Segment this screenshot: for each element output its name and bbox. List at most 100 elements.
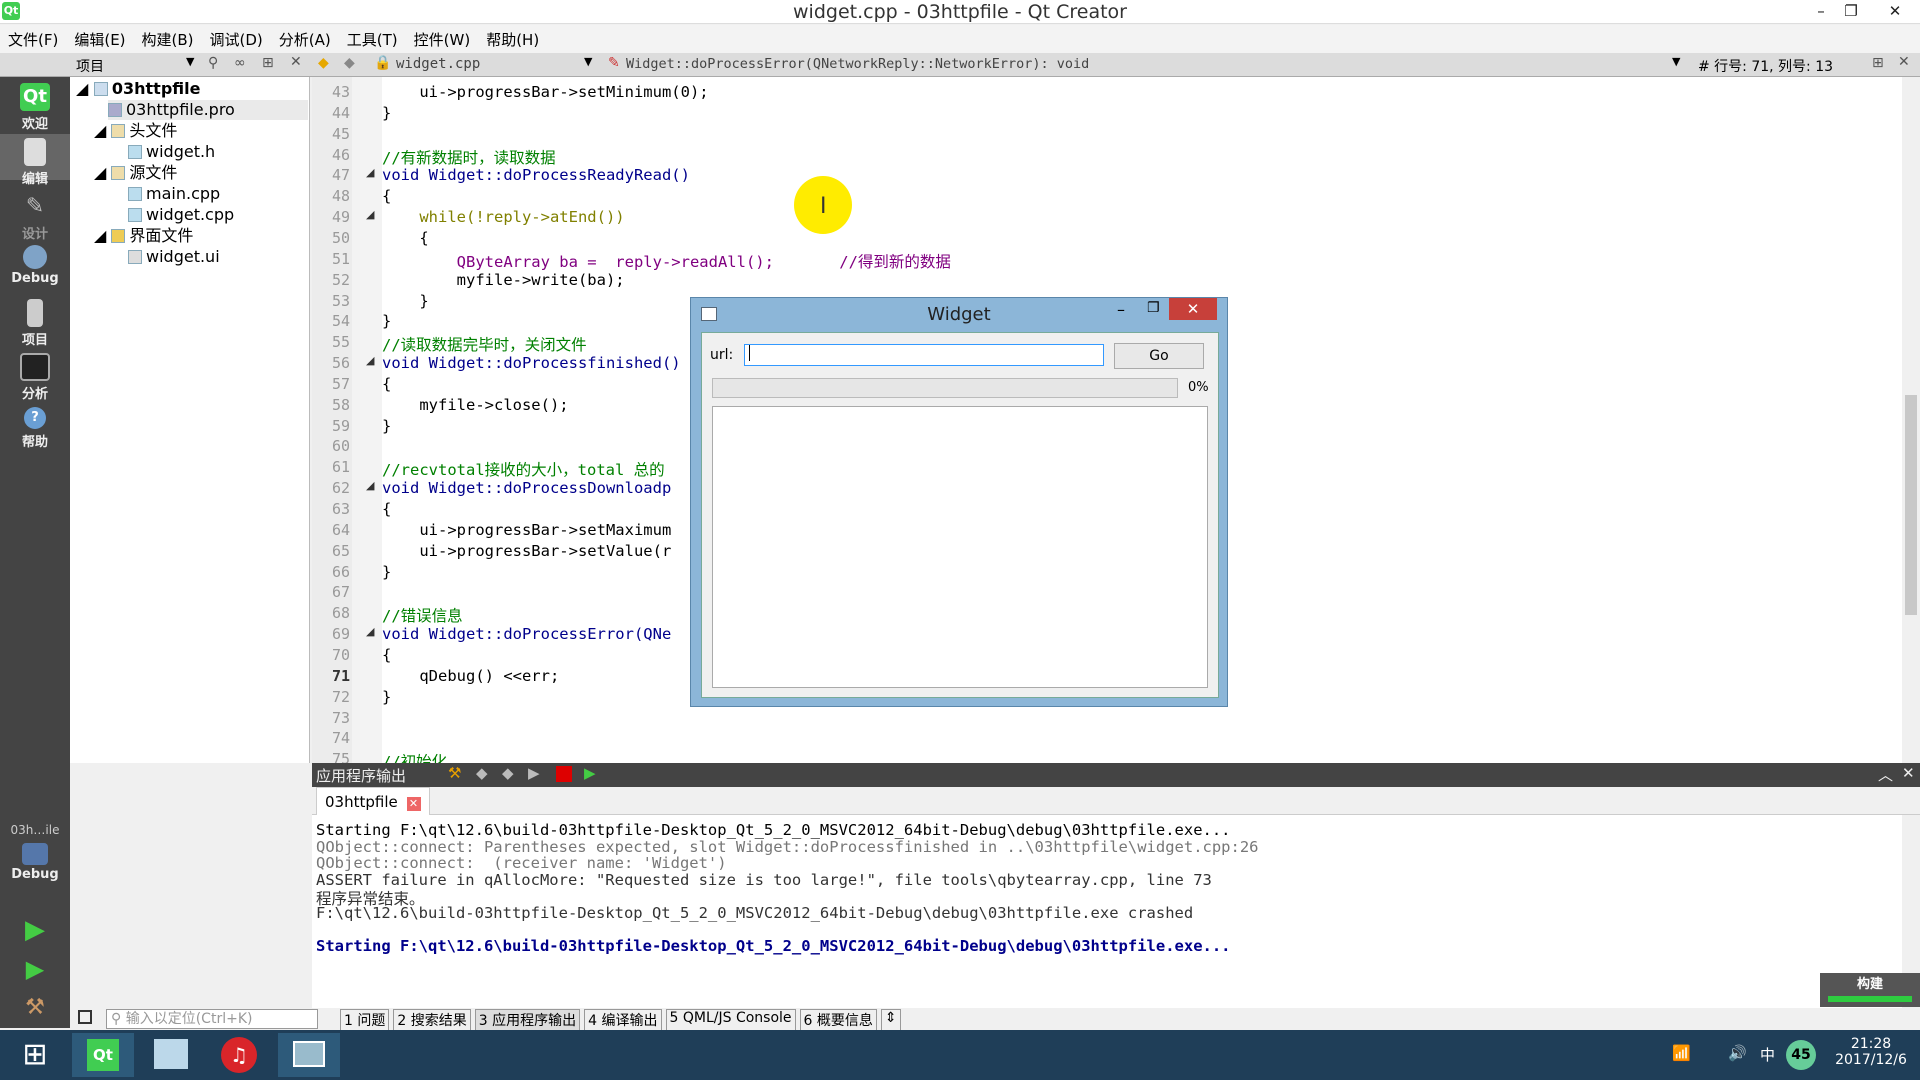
split-icon[interactable]: ⊞ [262, 55, 274, 71]
minimize-button[interactable]: – [1806, 0, 1836, 22]
fold-marker-icon[interactable]: ◢ [366, 625, 374, 638]
fold-marker-icon[interactable]: ◢ [366, 166, 374, 179]
menu-window[interactable]: 控件(W) [414, 29, 471, 50]
mode-design[interactable]: ✎ 设计 [0, 193, 70, 242]
toggle-sidebar-icon[interactable] [78, 1010, 92, 1024]
fold-marker-icon[interactable]: ◢ [366, 208, 374, 221]
attach-icon[interactable]: ⚒ [448, 764, 461, 782]
menu-build[interactable]: 构建(B) [142, 29, 194, 50]
close-tab-icon[interactable]: ✕ [406, 797, 421, 811]
tab-compile-output[interactable]: 4 编译输出 [584, 1009, 662, 1031]
fold-marker-icon[interactable]: ◢ [366, 479, 374, 492]
output-tab[interactable]: 03httpfile ✕ [316, 787, 430, 815]
build-button[interactable]: ⚒ [0, 995, 70, 1020]
symbol-dropdown-icon[interactable]: ▼ [1672, 55, 1680, 68]
run-button[interactable]: ▶ [0, 915, 70, 945]
file-combo-dropdown-icon[interactable]: ▼ [584, 55, 592, 68]
tree-item-forms[interactable]: ◢ 界面文件 [94, 226, 193, 246]
close-panel-icon[interactable]: ✕ [290, 54, 302, 70]
forward-arrow-icon[interactable]: ◆ [344, 55, 355, 71]
tree-item-main-cpp[interactable]: main.cpp [128, 184, 220, 204]
tree-item-project[interactable]: ◢ 03httpfile [76, 79, 200, 99]
go-button[interactable]: Go [1114, 343, 1204, 369]
tree-item-widget-h[interactable]: widget.h [128, 142, 215, 162]
expand-arrow-icon[interactable]: ◢ [94, 226, 111, 245]
stop-icon[interactable] [556, 766, 572, 782]
taskbar-qtcreator[interactable]: Qt [72, 1033, 134, 1077]
menu-file[interactable]: 文件(F) [8, 29, 58, 50]
back-arrow-icon[interactable]: ◆ [318, 55, 329, 71]
line-number: 45 [331, 124, 350, 143]
locator-input[interactable]: ⚲ 输入以定位(Ctrl+K) [106, 1009, 318, 1029]
menu-help[interactable]: 帮助(H) [486, 29, 539, 50]
start-button[interactable]: ⊞ [4, 1033, 66, 1077]
widget-close-button[interactable]: ✕ [1169, 298, 1217, 320]
taskbar-netease[interactable]: ♫ [208, 1033, 270, 1077]
expand-arrow-icon[interactable]: ◢ [76, 79, 94, 98]
scrollbar-thumb[interactable] [1905, 395, 1917, 615]
tab-search-results[interactable]: 2 搜索结果 [393, 1009, 471, 1031]
file-combo[interactable]: widget.cpp [396, 56, 480, 72]
code-line: ui->progressBar->setMinimum(0); [382, 83, 709, 101]
editor-scrollbar[interactable] [1902, 77, 1920, 763]
tree-item-widget-cpp[interactable]: widget.cpp [128, 205, 234, 225]
taskbar-widget-app[interactable] [278, 1033, 340, 1077]
expand-arrow-icon[interactable]: ◢ [94, 121, 111, 140]
mode-edit[interactable]: 编辑 [0, 134, 70, 187]
menu-analyze[interactable]: 分析(A) [279, 29, 331, 50]
tree-label: 03httpfile.pro [126, 100, 235, 119]
volume-icon[interactable]: 🔊 [1728, 1044, 1747, 1062]
close-button[interactable]: ✕ [1880, 0, 1910, 22]
clock[interactable]: 21:28 2017/12/6 [1826, 1036, 1916, 1068]
panel-dropdown-icon[interactable]: ▼ [186, 55, 194, 68]
maximize-button[interactable]: ❐ [1836, 0, 1866, 22]
tab-app-output[interactable]: 3 应用程序输出 [474, 1009, 581, 1031]
function-icon: ✎ [608, 55, 620, 71]
link-icon[interactable]: ∞ [234, 55, 246, 71]
mode-debug[interactable]: Debug [0, 245, 70, 286]
debug-run-button[interactable]: ▶ [0, 955, 70, 983]
tree-item-headers[interactable]: ◢ 头文件 [94, 121, 177, 141]
widget-maximize-button[interactable]: ❐ [1147, 300, 1160, 316]
more-tabs-icon[interactable]: ⇕ [880, 1009, 901, 1031]
taskbar-explorer[interactable] [140, 1033, 202, 1077]
tree-item-pro[interactable]: 03httpfile.pro [108, 100, 308, 120]
symbol-combo[interactable]: Widget::doProcessError(QNetworkReply::Ne… [626, 56, 1089, 72]
locator-placeholder: 输入以定位(Ctrl+K) [125, 1011, 253, 1027]
attach-debugger-icon[interactable]: ▶ [584, 764, 596, 782]
next-icon[interactable]: ◆ [502, 764, 514, 782]
widget-minimize-button[interactable]: – [1117, 300, 1125, 319]
rerun-icon[interactable]: ▶ [528, 764, 540, 782]
network-icon[interactable]: 📶 [1672, 1044, 1691, 1062]
tab-general-messages[interactable]: 6 概要信息 [799, 1009, 877, 1031]
title-bar: Qt widget.cpp - 03httpfile - Qt Creator … [0, 0, 1920, 24]
tree-item-widget-ui[interactable]: widget.ui [128, 247, 220, 267]
menu-tools[interactable]: 工具(T) [347, 29, 398, 50]
close-pane-icon[interactable]: ✕ [1902, 764, 1915, 782]
tree-item-sources[interactable]: ◢ 源文件 [94, 163, 177, 183]
fold-marker-icon[interactable]: ◢ [366, 354, 374, 367]
mode-analyze[interactable]: 分析 [0, 353, 70, 402]
split-editor-icon[interactable]: ⊞ [1872, 55, 1884, 71]
output-text[interactable]: Starting F:\qt\12.6\build-03httpfile-Des… [312, 815, 1902, 1010]
mode-projects[interactable]: 项目 [0, 299, 70, 348]
line-number: 62 [331, 479, 350, 498]
mode-welcome[interactable]: Qt 欢迎 [0, 83, 70, 132]
tab-label: 应用程序输出 [492, 1013, 577, 1029]
expand-arrow-icon[interactable]: ◢ [94, 163, 111, 182]
close-editor-icon[interactable]: ✕ [1898, 54, 1910, 70]
tab-qml-console[interactable]: 5 QML/JS Console [665, 1009, 796, 1031]
panel-selector[interactable]: 项目 [76, 56, 104, 76]
menu-edit[interactable]: 编辑(E) [74, 29, 125, 50]
prev-icon[interactable]: ◆ [476, 764, 488, 782]
menu-debug[interactable]: 调试(D) [210, 29, 263, 50]
maximize-pane-icon[interactable]: ︿ [1878, 764, 1893, 785]
ime-indicator[interactable]: 中 [1760, 1044, 1775, 1065]
filter-icon[interactable]: ⚲ [208, 55, 218, 71]
kit-selector[interactable]: Debug [0, 843, 70, 882]
content-textedit[interactable] [712, 406, 1208, 688]
mode-help[interactable]: ? 帮助 [0, 407, 70, 450]
badge-icon[interactable]: 45 [1786, 1040, 1816, 1070]
url-input[interactable] [744, 344, 1104, 366]
tab-issues[interactable]: 1 问题 [340, 1009, 390, 1031]
